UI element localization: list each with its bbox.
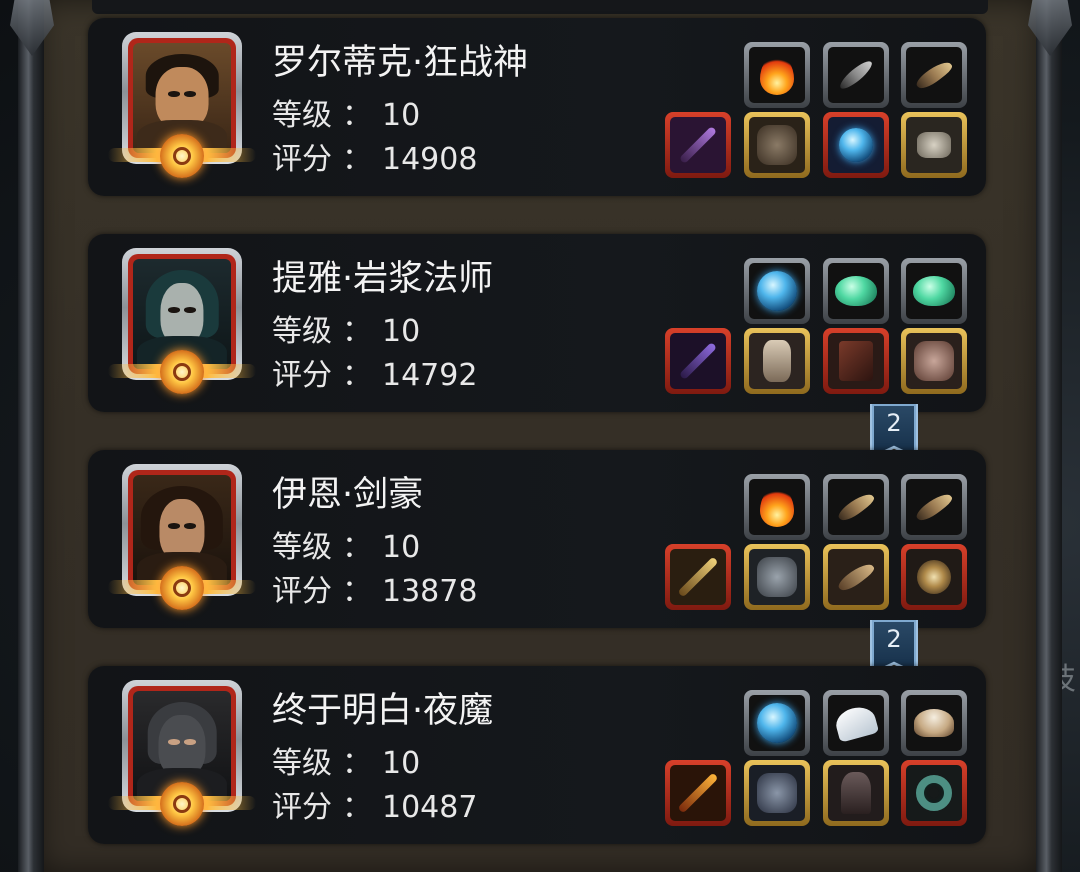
spellbook-icon	[839, 341, 873, 381]
equipment-slot[interactable]	[823, 544, 889, 610]
panel-frame-left	[18, 0, 44, 872]
water-orb-skill-icon	[757, 703, 797, 743]
hero-name: 伊恩·剑豪	[272, 475, 424, 515]
rank-emblem-icon	[160, 350, 204, 394]
equipment-slot[interactable]	[901, 544, 967, 610]
ring-icon	[917, 132, 951, 158]
skill-slot[interactable]	[823, 690, 889, 756]
hero-score: 评分： 14792	[272, 358, 478, 393]
panel-frame-right	[1036, 0, 1062, 872]
feather-skill-icon	[836, 57, 876, 93]
hero-level: 等级： 10	[272, 746, 421, 781]
equipment-slot[interactable]	[901, 760, 967, 826]
fire-skill-icon	[760, 55, 794, 95]
skill-slot[interactable]	[901, 258, 967, 324]
rank-emblem-icon	[160, 782, 204, 826]
gauntlet-icon	[914, 341, 954, 381]
equipment-slot[interactable]	[665, 760, 731, 826]
jade-ring-icon	[916, 775, 952, 811]
hero-name: 提雅·岩浆法师	[272, 259, 494, 299]
water-orb-skill-icon	[757, 271, 797, 311]
claw-skill-icon	[913, 489, 955, 525]
equipment-slot[interactable]	[665, 544, 731, 610]
hero-portrait[interactable]	[108, 248, 256, 400]
skill-slot[interactable]	[744, 690, 810, 756]
equipment-slot[interactable]	[744, 112, 810, 178]
bracer-icon	[835, 559, 877, 595]
hero-card[interactable]: 伊恩·剑豪 等级： 10 评分： 13878	[88, 450, 986, 628]
hero-portrait[interactable]	[108, 32, 256, 184]
cloak-icon	[841, 772, 871, 814]
skill-slot[interactable]	[901, 474, 967, 540]
skill-slot[interactable]	[823, 42, 889, 108]
fire-skill-icon	[760, 487, 794, 527]
skill-slot[interactable]	[823, 258, 889, 324]
hero-level: 等级： 10	[272, 530, 421, 565]
hero-name: 罗尔蒂克·狂战神	[272, 43, 529, 83]
skill-slot[interactable]	[744, 474, 810, 540]
equipment-slot[interactable]	[744, 760, 810, 826]
skill-slot[interactable]	[823, 474, 889, 540]
sword-weapon-icon	[677, 556, 719, 598]
fur-skill-icon	[914, 709, 954, 737]
hero-portrait[interactable]	[108, 680, 256, 832]
amulet-icon	[839, 128, 873, 162]
rank-emblem-icon	[160, 566, 204, 610]
equipment-slot[interactable]	[901, 112, 967, 178]
equipment-slot[interactable]	[823, 328, 889, 394]
green-gem-skill-icon	[835, 276, 877, 306]
hero-card[interactable]: 终于明白·夜魔 等级： 10 评分： 10487	[88, 666, 986, 844]
jewel-ring-icon	[917, 560, 951, 594]
hero-name: 终于明白·夜魔	[272, 691, 494, 731]
skill-slot[interactable]	[901, 42, 967, 108]
green-gem-skill-icon	[913, 276, 955, 306]
hero-card[interactable]: 罗尔蒂克·狂战神 等级： 10 评分： 14908	[88, 18, 986, 196]
equipment-slot[interactable]	[665, 112, 731, 178]
equipment-slot[interactable]	[823, 112, 889, 178]
equipment-slot[interactable]	[744, 328, 810, 394]
axe-weapon-icon	[678, 125, 718, 165]
hero-portrait[interactable]	[108, 464, 256, 616]
equipment-slot[interactable]	[665, 328, 731, 394]
equipment-slot[interactable]	[823, 760, 889, 826]
previous-card-edge	[92, 0, 988, 14]
skill-slot[interactable]	[744, 42, 810, 108]
hero-score: 评分： 14908	[272, 142, 478, 177]
hero-score: 评分： 10487	[272, 790, 478, 825]
skill-slot[interactable]	[744, 258, 810, 324]
claw-skill-icon	[913, 57, 955, 93]
armor-icon	[757, 125, 797, 165]
robe-icon	[763, 340, 791, 382]
plate-armor-icon	[757, 557, 797, 597]
rank-emblem-icon	[160, 134, 204, 178]
wing-skill-icon	[832, 703, 880, 743]
hero-score: 评分： 13878	[272, 574, 478, 609]
claw-skill-icon	[835, 489, 877, 525]
leather-armor-icon	[757, 773, 797, 813]
staff-weapon-icon	[678, 341, 718, 381]
hero-level: 等级： 10	[272, 98, 421, 133]
hero-card[interactable]: 提雅·岩浆法师 等级： 10 评分： 14792	[88, 234, 986, 412]
equipment-slot[interactable]	[744, 544, 810, 610]
hero-level: 等级： 10	[272, 314, 421, 349]
dagger-weapon-icon	[677, 772, 719, 814]
equipment-slot[interactable]	[901, 328, 967, 394]
skill-slot[interactable]	[901, 690, 967, 756]
